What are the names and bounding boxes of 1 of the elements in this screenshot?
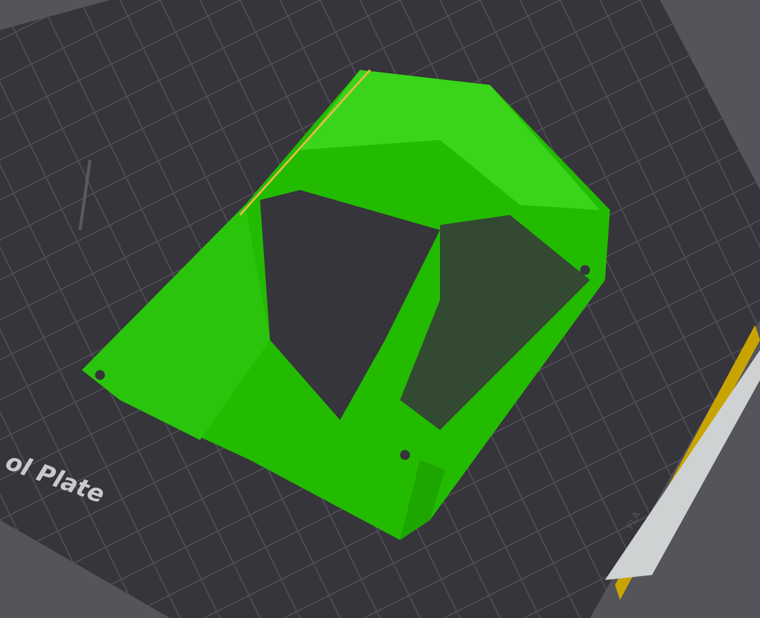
plate-label: ol Plate — [2, 447, 108, 509]
